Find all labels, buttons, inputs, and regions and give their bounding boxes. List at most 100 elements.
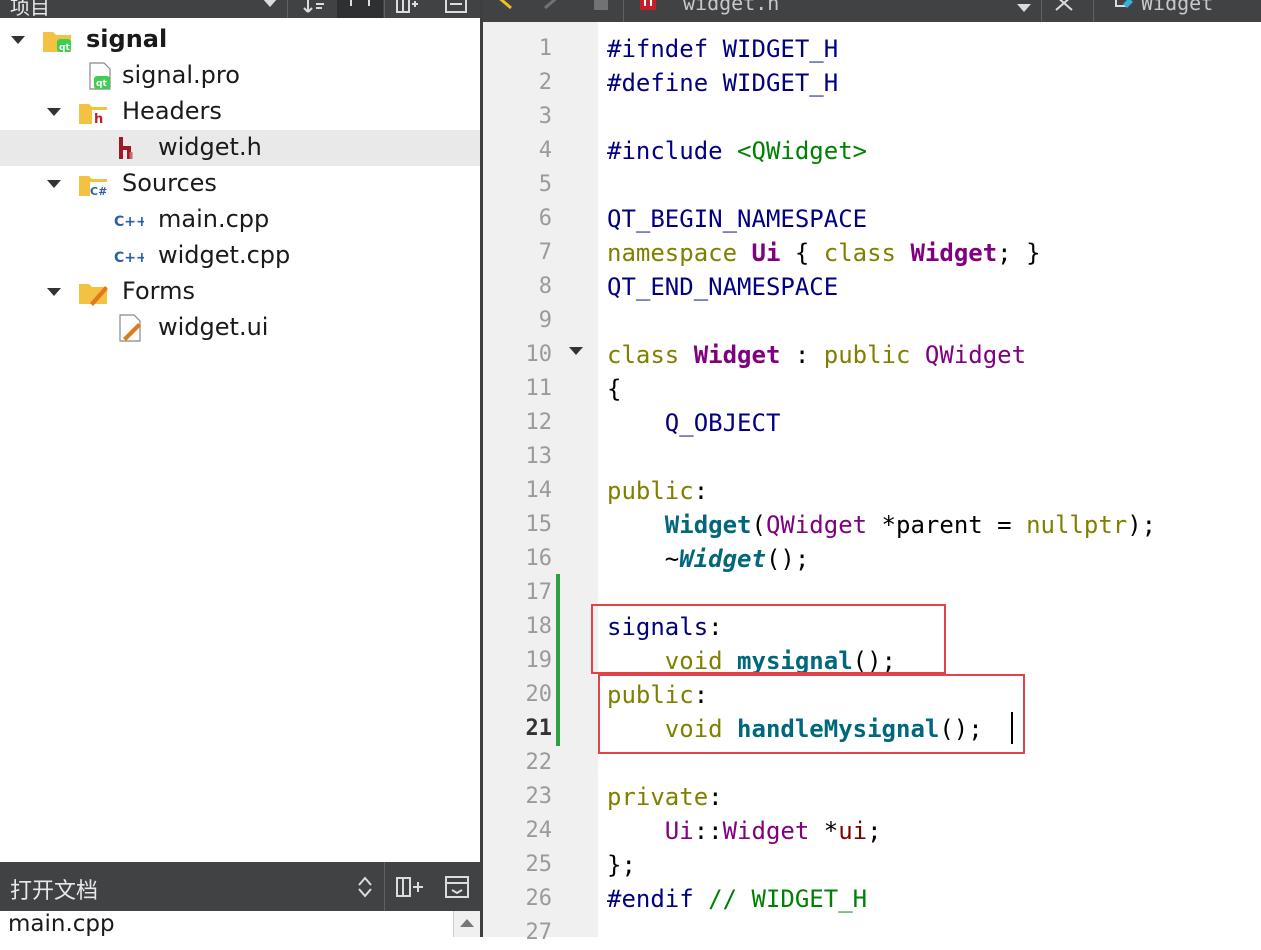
- svg-text:C++: C++: [114, 250, 144, 266]
- sort-updown-icon[interactable]: [356, 875, 374, 899]
- line-number: 17: [525, 580, 553, 605]
- code-line[interactable]: public:: [607, 474, 708, 508]
- code-line[interactable]: #endif // WIDGET_H: [607, 882, 867, 916]
- code-line[interactable]: namespace Ui { class Widget; }: [607, 236, 1041, 270]
- namespace-token: Ui: [664, 817, 694, 845]
- line-number: 19: [525, 648, 553, 673]
- svg-text:C#: C#: [90, 185, 107, 198]
- line-number: 25: [525, 852, 553, 877]
- headers-folder-icon: h: [79, 104, 107, 126]
- line-number: 26: [525, 886, 553, 911]
- punctuation-token: ;: [867, 817, 882, 845]
- current-symbol[interactable]: Widget: [1141, 0, 1213, 15]
- line-number: 5: [538, 172, 552, 197]
- keyword-token: nullptr: [1026, 511, 1128, 539]
- line-number: 15: [525, 512, 553, 537]
- navigate-forward-icon[interactable]: [541, 0, 565, 14]
- code-line[interactable]: #ifndef WIDGET_H: [607, 32, 838, 66]
- project-toolbar: 项目: [0, 0, 480, 18]
- tree-label: Forms: [122, 277, 195, 305]
- code-line[interactable]: class Widget : public QWidget: [607, 338, 1026, 372]
- code-line[interactable]: QT_END_NAMESPACE: [607, 270, 838, 304]
- punctuation-token: :: [780, 341, 810, 369]
- code-line[interactable]: QT_BEGIN_NAMESPACE: [607, 202, 867, 236]
- line-number: 18: [525, 614, 553, 639]
- expand-arrow-icon[interactable]: [47, 108, 61, 116]
- line-number: 14: [525, 478, 553, 503]
- line-number: 20: [525, 682, 553, 707]
- code-line[interactable]: #define WIDGET_H: [607, 66, 838, 100]
- punctuation-token: ; }: [997, 239, 1041, 267]
- line-number: 22: [525, 750, 553, 775]
- keyword-token: private: [607, 783, 709, 811]
- line-number: 27: [525, 920, 553, 945]
- expand-arrow-icon[interactable]: [11, 36, 25, 44]
- view-selector-chevron-down-icon[interactable]: [262, 0, 278, 7]
- destructor-token: Widget: [679, 545, 766, 573]
- cpp-file-icon: C++: [114, 214, 144, 230]
- fold-class-arrow-icon[interactable]: [569, 347, 583, 355]
- function-token: Widget: [664, 511, 752, 539]
- preprocessor-token: #define: [607, 69, 709, 97]
- split-add-icon[interactable]: [395, 0, 419, 14]
- filter-tree-icon[interactable]: [302, 0, 326, 14]
- editor-toolbar: widget.h Widget: [483, 0, 1261, 22]
- tree-item-main-cpp[interactable]: C++ main.cpp: [0, 202, 480, 238]
- open-document-item[interactable]: main.cpp: [8, 911, 115, 937]
- punctuation-token: ();: [765, 545, 810, 573]
- tree-item-sources-folder[interactable]: C# Sources: [0, 166, 480, 202]
- tree-label: widget.ui: [158, 313, 269, 341]
- punctuation-token: *: [867, 511, 897, 539]
- code-line[interactable]: };: [607, 848, 636, 882]
- tree-item-pro-file[interactable]: qt signal.pro: [0, 58, 480, 94]
- current-file-name[interactable]: widget.h: [683, 0, 779, 15]
- line-number: 7: [538, 240, 552, 265]
- cpp-file-icon: C++: [114, 250, 144, 266]
- line-number: 24: [525, 818, 553, 843]
- header-file-icon: [119, 137, 133, 159]
- code-line[interactable]: private:: [607, 780, 723, 814]
- expand-arrow-icon[interactable]: [47, 288, 61, 296]
- split-add-icon[interactable]: [395, 875, 425, 899]
- project-view-title[interactable]: 项目: [10, 0, 50, 18]
- line-number: 16: [525, 546, 553, 571]
- punctuation-token: {: [607, 375, 622, 403]
- keyword-token: namespace: [607, 239, 738, 267]
- code-line[interactable]: Ui::Widget *ui;: [607, 814, 882, 848]
- code-line[interactable]: #include <QWidget>: [607, 134, 867, 168]
- tree-item-project[interactable]: qt signal: [0, 22, 480, 58]
- tree-item-forms-folder[interactable]: Forms: [0, 274, 480, 310]
- punctuation-token: =: [982, 511, 1027, 539]
- signals-highlight-box: [591, 604, 946, 674]
- link-icon[interactable]: [348, 0, 372, 14]
- tree-item-widget-cpp[interactable]: C++ widget.cpp: [0, 238, 480, 274]
- tree-item-widget-h[interactable]: widget.h: [0, 130, 480, 166]
- scroll-up-button[interactable]: [453, 911, 480, 937]
- close-pane-icon[interactable]: [444, 0, 468, 14]
- tree-label: widget.h: [158, 133, 262, 161]
- code-line[interactable]: {: [607, 372, 621, 406]
- type-token: QWidget: [765, 511, 868, 539]
- expand-arrow-icon[interactable]: [47, 180, 61, 188]
- code-line[interactable]: Widget(QWidget *parent = nullptr);: [607, 508, 1156, 542]
- code-line[interactable]: ~Widget();: [607, 542, 810, 576]
- macro-token: QT_BEGIN_NAMESPACE: [607, 205, 868, 233]
- close-pane-icon[interactable]: [444, 875, 470, 899]
- public-slot-highlight-box: [598, 674, 1025, 754]
- close-document-icon[interactable]: [1053, 0, 1075, 14]
- file-dropdown-chevron-down-icon[interactable]: [1015, 1, 1033, 15]
- punctuation-token: (: [751, 511, 766, 539]
- tree-label: signal: [86, 25, 168, 53]
- type-token: QWidget: [910, 341, 1027, 369]
- tree-item-widget-ui[interactable]: widget.ui: [0, 310, 480, 346]
- line-number: 11: [525, 376, 553, 401]
- svg-text:h: h: [94, 112, 103, 126]
- open-documents-title[interactable]: 打开文档: [10, 873, 98, 905]
- line-number: 10: [525, 342, 553, 367]
- punctuation-token: );: [1127, 511, 1157, 539]
- tree-item-headers-folder[interactable]: h Headers: [0, 94, 480, 130]
- lock-icon[interactable]: [591, 0, 611, 14]
- line-number: 3: [538, 104, 552, 129]
- code-line[interactable]: Q_OBJECT: [607, 406, 781, 440]
- navigate-back-icon[interactable]: [493, 0, 517, 14]
